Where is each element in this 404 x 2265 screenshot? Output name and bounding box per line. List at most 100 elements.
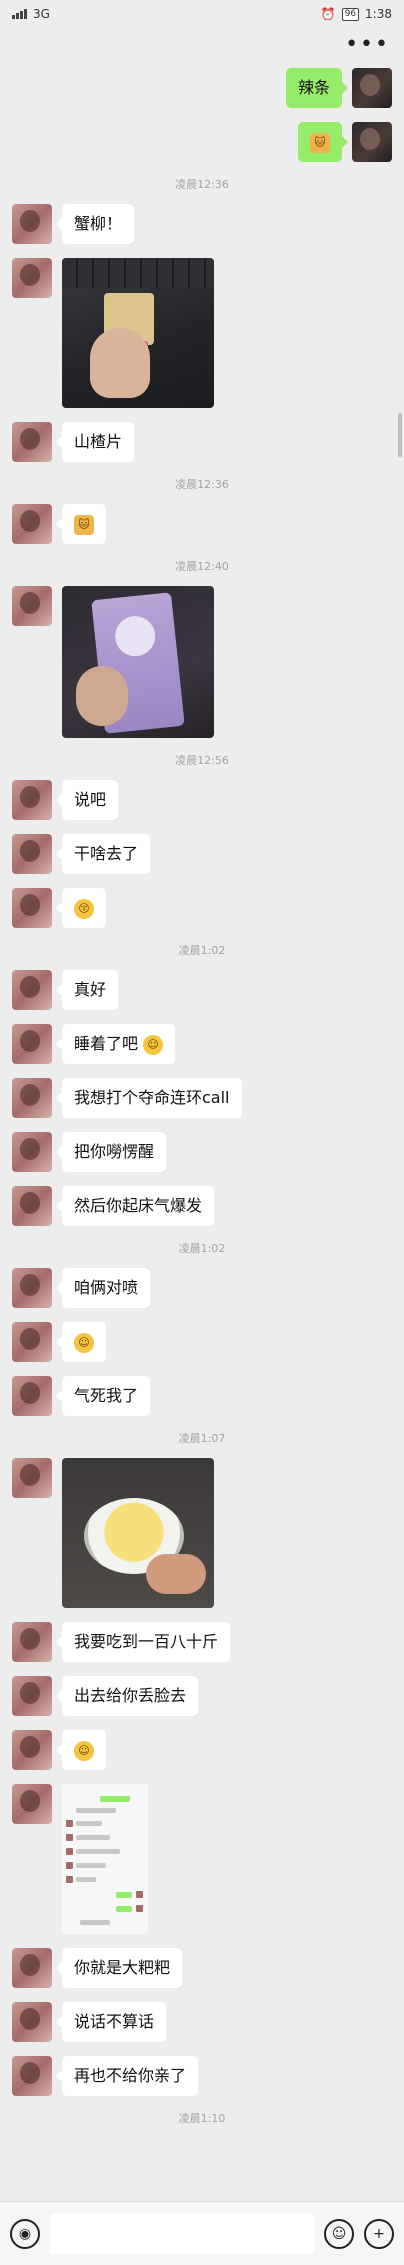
message-bubble[interactable]: 然后你起床气爆发 xyxy=(55,1186,215,1226)
chat-area[interactable]: 辣条 🐱 凌晨12:36 蟹柳！ 山楂片 凌晨12:36 🐱 凌晨12:40 凌… xyxy=(0,68,404,2198)
message-row-other: 然后你起床气爆发 xyxy=(0,1186,404,1226)
message-row-other: ☺ xyxy=(0,1730,404,1770)
avatar-contact[interactable] xyxy=(12,1784,52,1824)
avatar-me[interactable] xyxy=(352,122,392,162)
alarm-icon: ⏰ xyxy=(320,7,336,21)
more-options-button[interactable]: ••• xyxy=(345,34,390,56)
message-bubble[interactable]: 我要吃到一百八十斤 xyxy=(55,1622,231,1662)
message-row-other xyxy=(0,258,404,408)
message-bubble[interactable]: 咱俩对喷 xyxy=(55,1268,151,1308)
avatar-contact[interactable] xyxy=(12,1730,52,1770)
avatar-contact[interactable] xyxy=(12,1186,52,1226)
smile-emoji-icon: ☺ xyxy=(74,1332,94,1353)
avatar-contact[interactable] xyxy=(12,780,52,820)
screenshot-message[interactable] xyxy=(62,1784,148,1934)
message-row-other: 说吧 xyxy=(0,780,404,820)
message-bubble[interactable]: 把你嘮愣醒 xyxy=(55,1132,167,1172)
avatar-contact[interactable] xyxy=(12,586,52,626)
avatar-contact[interactable] xyxy=(12,2056,52,2096)
message-bubble[interactable]: 出去给你丢脸去 xyxy=(55,1676,199,1716)
message-text: 睡着了吧 xyxy=(74,1034,139,1053)
battery-icon: 96 xyxy=(341,7,360,21)
message-row-me: 🐱 xyxy=(0,122,404,162)
message-bubble[interactable]: 😚 xyxy=(56,888,106,928)
clock: 1:38 xyxy=(365,7,392,21)
message-row-other: 再也不给你亲了 xyxy=(0,2056,404,2096)
status-bar: 3G ⏰ 96 1:38 xyxy=(0,0,404,28)
message-row-other: ☺ xyxy=(0,1322,404,1362)
emoji-icon[interactable]: ☺ xyxy=(324,2218,354,2249)
message-bubble[interactable]: ☺ xyxy=(56,1322,106,1362)
avatar-contact[interactable] xyxy=(12,1948,52,1988)
plus-icon[interactable]: + xyxy=(364,2218,394,2249)
avatar-contact[interactable] xyxy=(12,1458,52,1498)
avatar-contact[interactable] xyxy=(12,1268,52,1308)
message-row-other: 😚 xyxy=(0,888,404,928)
message-bubble[interactable]: 山楂片 xyxy=(55,422,135,462)
timestamp: 凌晨1:07 xyxy=(178,1432,226,1445)
message-bubble[interactable]: 干啥去了 xyxy=(55,834,151,874)
input-bar: ◉ ☺ + xyxy=(0,2201,404,2265)
photo-message-snack[interactable] xyxy=(62,258,214,408)
timestamp: 凌晨1:02 xyxy=(178,944,226,957)
message-row-other: 咱俩对喷 xyxy=(0,1268,404,1308)
avatar-contact[interactable] xyxy=(12,834,52,874)
avatar-contact[interactable] xyxy=(12,504,52,544)
avatar-contact[interactable] xyxy=(12,1676,52,1716)
timestamp: 凌晨12:36 xyxy=(175,178,229,191)
message-row-other: 我想打个夺命连环call xyxy=(0,1078,404,1118)
timestamp: 凌晨12:40 xyxy=(175,560,229,573)
message-bubble[interactable]: 你就是大粑粑 xyxy=(55,1948,183,1988)
message-bubble[interactable]: ☺ xyxy=(56,1730,106,1770)
timestamp: 凌晨1:02 xyxy=(178,1242,226,1255)
kiss-emoji-icon: 😚 xyxy=(74,898,94,919)
message-bubble[interactable]: 再也不给你亲了 xyxy=(55,2056,199,2096)
network-type: 3G xyxy=(33,7,50,21)
message-row-other: 干啥去了 xyxy=(0,834,404,874)
message-bubble[interactable]: 🐱 xyxy=(298,122,348,162)
photo-message-package[interactable] xyxy=(62,586,214,738)
avatar-contact[interactable] xyxy=(12,204,52,244)
avatar-contact[interactable] xyxy=(12,1024,52,1064)
message-row-other: 气死我了 xyxy=(0,1376,404,1416)
avatar-contact[interactable] xyxy=(12,258,52,298)
message-input[interactable] xyxy=(50,2213,314,2254)
avatar-contact[interactable] xyxy=(12,970,52,1010)
message-row-me: 辣条 xyxy=(0,68,404,108)
avatar-me[interactable] xyxy=(352,68,392,108)
avatar-contact[interactable] xyxy=(12,422,52,462)
message-row-other: 把你嘮愣醒 xyxy=(0,1132,404,1172)
message-row-other: 真好 xyxy=(0,970,404,1010)
message-row-other: 我要吃到一百八十斤 xyxy=(0,1622,404,1662)
message-bubble[interactable]: 蟹柳！ xyxy=(55,204,135,244)
message-row-other xyxy=(0,1784,404,1934)
avatar-contact[interactable] xyxy=(12,1376,52,1416)
message-bubble[interactable]: 气死我了 xyxy=(55,1376,151,1416)
avatar-contact[interactable] xyxy=(12,2002,52,2042)
timestamp: 凌晨1:10 xyxy=(178,2112,226,2125)
message-bubble[interactable]: 🐱 xyxy=(56,504,106,544)
timestamp: 凌晨12:36 xyxy=(175,478,229,491)
message-bubble[interactable]: 说吧 xyxy=(55,780,119,820)
photo-message-cup[interactable] xyxy=(62,1458,214,1608)
message-bubble[interactable]: 说话不算话 xyxy=(55,2002,167,2042)
avatar-contact[interactable] xyxy=(12,1078,52,1118)
cat-emoji-icon: 🐱 xyxy=(74,514,94,535)
status-right: ⏰ 96 1:38 xyxy=(321,7,392,21)
avatar-contact[interactable] xyxy=(12,1132,52,1172)
smile-emoji-icon: ☺ xyxy=(143,1034,164,1055)
message-bubble[interactable]: 真好 xyxy=(55,970,119,1010)
status-left: 3G xyxy=(12,7,50,21)
message-bubble[interactable]: 我想打个夺命连环call xyxy=(56,1078,242,1118)
avatar-contact[interactable] xyxy=(12,1322,52,1362)
message-row-other: 🐱 xyxy=(0,504,404,544)
scrollbar-thumb[interactable] xyxy=(398,413,402,457)
message-bubble[interactable]: 辣条 xyxy=(285,68,349,108)
voice-icon[interactable]: ◉ xyxy=(10,2218,40,2249)
message-bubble[interactable]: 睡着了吧 ☺ xyxy=(55,1024,176,1064)
message-row-other: 山楂片 xyxy=(0,422,404,462)
message-row-other: 出去给你丢脸去 xyxy=(0,1676,404,1716)
avatar-contact[interactable] xyxy=(12,888,52,928)
avatar-contact[interactable] xyxy=(12,1622,52,1662)
message-row-other: 睡着了吧 ☺ xyxy=(0,1024,404,1064)
